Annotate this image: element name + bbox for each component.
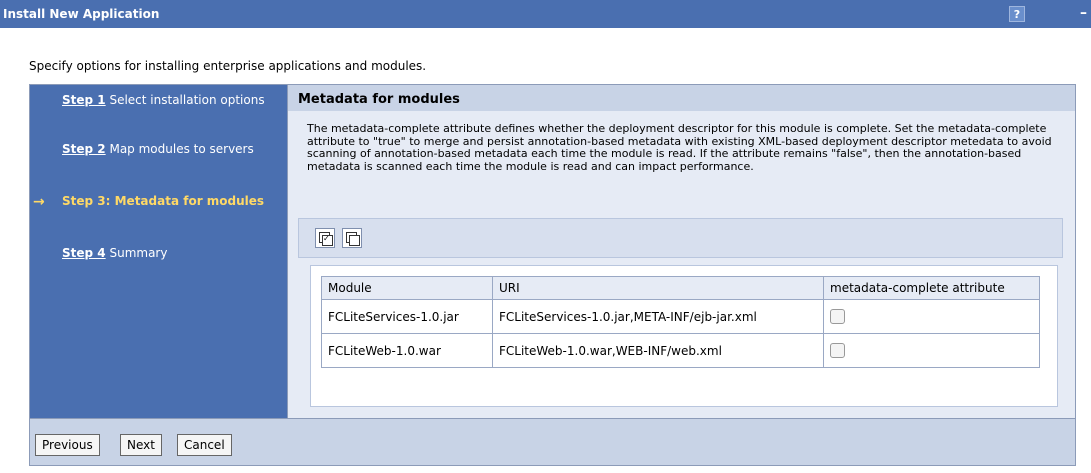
panel-description: The metadata-complete attribute defines … [307,122,1052,173]
metadata-complete-checkbox[interactable] [830,309,845,324]
metadata-complete-cell [823,333,1040,368]
step-1-label: Select installation options [109,93,265,107]
select-all-icon[interactable]: ✓ [315,228,335,248]
step-1-link[interactable]: Step 1 [62,93,106,107]
table-header-row: Module URI metadata-complete attribute [321,276,1040,300]
step-3: → Step 3: Metadata for modules [33,194,272,210]
step-2-label: Map modules to servers [109,142,254,156]
table-row: FCLiteWeb-1.0.war FCLiteWeb-1.0.war,WEB-… [321,333,1040,368]
uri-cell: FCLiteWeb-1.0.war,WEB-INF/web.xml [492,333,824,368]
wizard-content: Metadata for modules The metadata-comple… [287,85,1075,418]
modules-table: Module URI metadata-complete attribute F… [321,276,1040,368]
table-row: FCLiteServices-1.0.jar FCLiteServices-1.… [321,299,1040,334]
column-header-module: Module [321,276,493,300]
wizard-button-bar: Previous Next Cancel [30,418,1075,465]
previous-button[interactable]: Previous [35,434,100,456]
step-4-label: Summary [109,246,168,260]
panel-title: Metadata for modules [288,85,1075,111]
table-toolbar: ✓ [298,218,1063,258]
cancel-button[interactable]: Cancel [177,434,232,456]
deselect-all-icon[interactable] [342,228,362,248]
step-2: Step 2 Map modules to servers [62,143,272,156]
column-header-metadata-complete: metadata-complete attribute [823,276,1040,300]
metadata-complete-cell [823,299,1040,334]
module-cell: FCLiteServices-1.0.jar [321,299,493,334]
window-title-bar: Install New Application ? – [0,0,1091,28]
uri-cell: FCLiteServices-1.0.jar,META-INF/ejb-jar.… [492,299,824,334]
next-button[interactable]: Next [120,434,162,456]
wizard-container: Step 1 Select installation options Step … [29,84,1076,466]
window-title: Install New Application [3,7,160,21]
current-step-arrow-icon: → [33,194,45,210]
modules-table-container: Module URI metadata-complete attribute F… [310,265,1058,407]
help-icon[interactable]: ? [1009,6,1025,22]
step-3-label: Step 3: Metadata for modules [62,194,265,208]
metadata-complete-checkbox[interactable] [830,343,845,358]
column-header-uri: URI [492,276,824,300]
step-1: Step 1 Select installation options [62,94,272,107]
module-cell: FCLiteWeb-1.0.war [321,333,493,368]
step-4: Step 4 Summary [62,247,272,260]
step-4-link[interactable]: Step 4 [62,246,106,260]
intro-text: Specify options for installing enterpris… [29,59,427,73]
step-2-link[interactable]: Step 2 [62,142,106,156]
wizard-steps-sidebar: Step 1 Select installation options Step … [30,85,287,418]
minimize-icon[interactable]: – [1076,6,1091,22]
